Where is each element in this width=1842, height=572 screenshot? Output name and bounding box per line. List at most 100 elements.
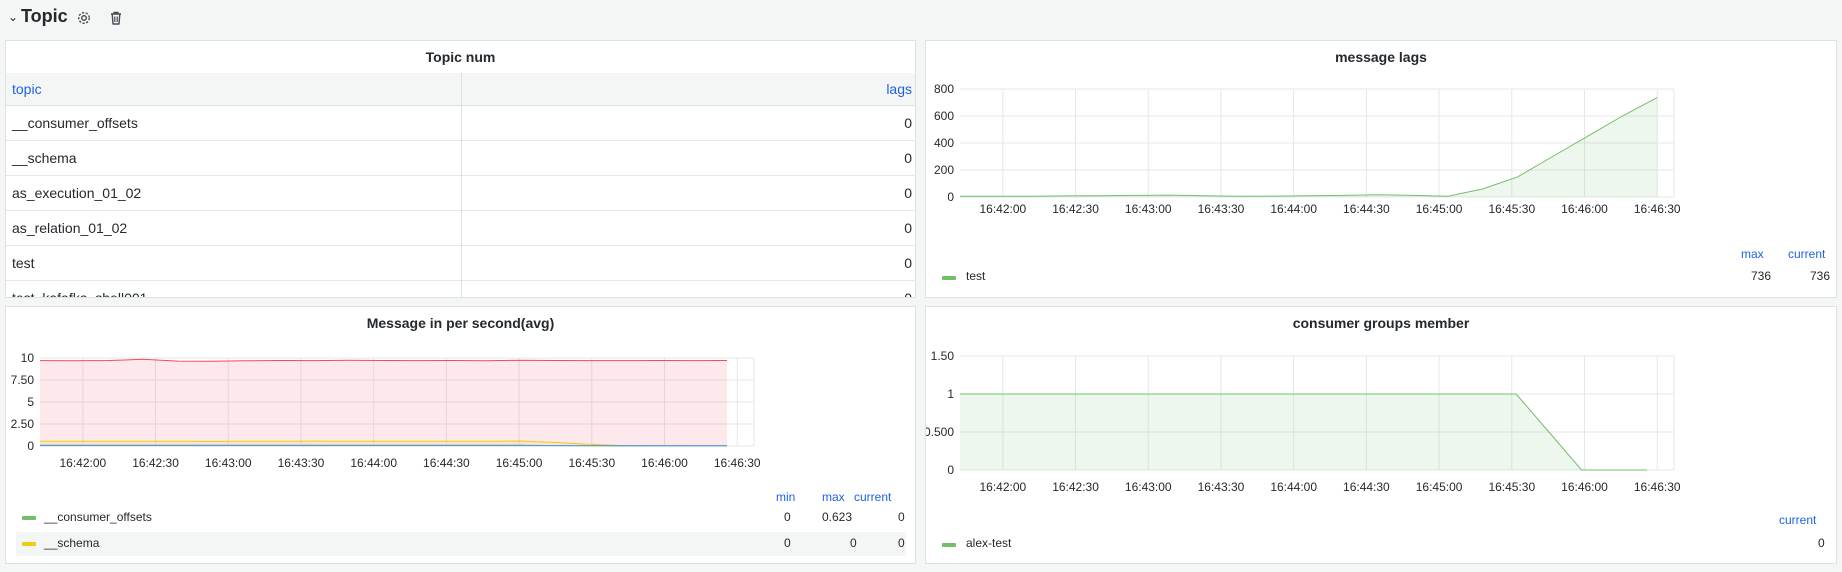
legend-header-max[interactable]: max (1741, 247, 1764, 261)
legend-current-value: 0 (1818, 536, 1825, 550)
legend-series-name[interactable]: test (966, 269, 985, 283)
message-lags-panel: message lags 0 200 400 600 800 16:42:00 16:42:… (925, 40, 1837, 298)
plot-area: 0 0.500 1 1.50 16:42:00 16:42:30 16:43:00 16:43… (926, 349, 1681, 494)
panel-title: Message in per second(avg) (366, 315, 555, 331)
x-tick-label: 16:44:30 (423, 456, 470, 470)
legend-current-value: 0 (898, 536, 905, 550)
x-tick-label: 16:42:30 (1052, 202, 1099, 216)
x-tick-label: 16:46:30 (714, 456, 761, 470)
topic-cell: __schema (12, 150, 77, 166)
y-tick-label: 1.50 (931, 349, 955, 363)
row-header: ⌄ Topic (0, 0, 1842, 36)
legend-max-value: 0.623 (822, 510, 853, 524)
legend-header-max[interactable]: max (822, 490, 845, 504)
x-tick-label: 16:42:00 (979, 202, 1026, 216)
legend-min-value: 0 (784, 510, 791, 524)
legend-series-name[interactable]: alex-test (966, 536, 1011, 550)
lags-cell: 0 (904, 220, 912, 236)
x-tick-label: 16:46:30 (1634, 202, 1681, 216)
legend-min-value: 0 (784, 536, 791, 550)
x-tick-label: 16:43:30 (1198, 202, 1245, 216)
x-tick-label: 16:44:30 (1343, 202, 1390, 216)
series-area (40, 359, 727, 446)
topic-cell: test (12, 255, 35, 271)
legend-header-current[interactable]: current (1779, 513, 1816, 527)
y-tick-label: 7.50 (11, 373, 35, 387)
y-tick-label: 2.50 (11, 417, 35, 431)
y-tick-label: 200 (934, 163, 954, 177)
y-tick-label: 1 (947, 387, 954, 401)
legend-current-value: 736 (1810, 269, 1831, 283)
y-tick-label: 400 (934, 136, 954, 150)
x-tick-label: 16:44:00 (350, 456, 397, 470)
legend-current-value: 0 (898, 510, 905, 524)
x-tick-label: 16:43:00 (205, 456, 252, 470)
x-tick-label: 16:46:00 (1561, 202, 1608, 216)
trash-icon[interactable] (107, 9, 125, 27)
column-divider (461, 73, 462, 297)
x-tick-label: 16:45:30 (1488, 202, 1535, 216)
legend-series-name: __consumer_offsets (44, 510, 152, 524)
x-tick-label: 16:44:00 (1270, 202, 1317, 216)
x-tick-label: 16:45:00 (1416, 480, 1463, 494)
topic-num-panel: Topic num topic lags __consumer_offsets 0… (5, 40, 916, 298)
x-tick-label: 16:42:30 (132, 456, 179, 470)
y-tick-label: 0 (27, 439, 34, 453)
x-tick-label: 16:44:00 (1270, 480, 1317, 494)
x-tick-label: 16:45:30 (568, 456, 615, 470)
y-tick-label: 10 (21, 351, 35, 365)
y-tick-label: 0 (947, 463, 954, 477)
x-tick-label: 16:43:00 (1125, 202, 1172, 216)
series-area (960, 97, 1658, 197)
legend-swatch (22, 542, 36, 546)
column-header-topic[interactable]: topic (12, 81, 42, 97)
panel-title: consumer groups member (1292, 315, 1470, 331)
x-tick-label: 16:42:00 (979, 480, 1026, 494)
x-tick-label: 16:46:00 (1561, 480, 1608, 494)
series-area (960, 394, 1647, 470)
consumer-groups-panel: consumer groups member 0 0.500 1 1.50 16:42:… (925, 306, 1837, 564)
lags-cell: 0 (904, 150, 912, 166)
legend-series-name: __schema (44, 536, 100, 550)
legend-row[interactable]: __consumer_offsets 0 0.623 0 (16, 506, 906, 530)
x-tick-label: 16:46:30 (1634, 480, 1681, 494)
legend-header-current[interactable]: current (854, 490, 891, 504)
legend-swatch (942, 543, 956, 547)
x-tick-label: 16:42:30 (1052, 480, 1099, 494)
y-tick-label: 5 (27, 395, 34, 409)
lags-cell: 0 (904, 185, 912, 201)
legend-swatch (942, 276, 956, 280)
chevron-down-icon[interactable]: ⌄ (8, 10, 18, 24)
topic-cell: as_execution_01_02 (12, 185, 142, 201)
row-title[interactable]: Topic (21, 6, 68, 27)
y-tick-label: 0 (947, 190, 954, 204)
legend-max-value: 0 (850, 536, 857, 550)
plot-area: 0 2.50 5 7.50 10 16:42:00 16:42:30 16:43:00 16:4… (11, 351, 761, 470)
y-tick-label: 800 (934, 82, 954, 96)
legend-swatch (22, 516, 36, 520)
x-tick-label: 16:45:30 (1488, 480, 1535, 494)
legend-max-value: 736 (1751, 269, 1772, 283)
y-tick-label: 600 (934, 109, 954, 123)
x-tick-label: 16:42:00 (59, 456, 106, 470)
x-tick-label: 16:43:30 (1198, 480, 1245, 494)
topic-cell: test_kafafka_shell001 (12, 290, 148, 298)
x-tick-label: 16:43:00 (1125, 480, 1172, 494)
legend-header-current[interactable]: current (1788, 247, 1825, 261)
plot-area: 0 200 400 600 800 16:42:00 16:42:30 16:43:00 16:… (934, 82, 1681, 216)
x-tick-label: 16:45:00 (1416, 202, 1463, 216)
panel-title: message lags (1335, 49, 1427, 65)
x-tick-label: 16:44:30 (1343, 480, 1390, 494)
consumer-groups-chart[interactable]: 0 0.500 1 1.50 16:42:00 16:42:30 16:43:00 16:43… (926, 347, 1836, 547)
gear-icon[interactable] (75, 9, 93, 27)
topic-cell: __consumer_offsets (12, 115, 138, 131)
x-tick-label: 16:46:00 (641, 456, 688, 470)
panel-title: Topic num (425, 49, 496, 65)
lags-cell: 0 (904, 115, 912, 131)
legend-row[interactable]: __schema 0 0 0 (16, 532, 906, 556)
message-lags-chart[interactable]: 0 200 400 600 800 16:42:00 16:42:30 16:43:00 16:… (926, 81, 1836, 291)
x-tick-label: 16:45:00 (496, 456, 543, 470)
topic-cell: as_relation_01_02 (12, 220, 128, 236)
column-header-lags[interactable]: lags (886, 81, 912, 97)
legend-header-min[interactable]: min (776, 490, 795, 504)
